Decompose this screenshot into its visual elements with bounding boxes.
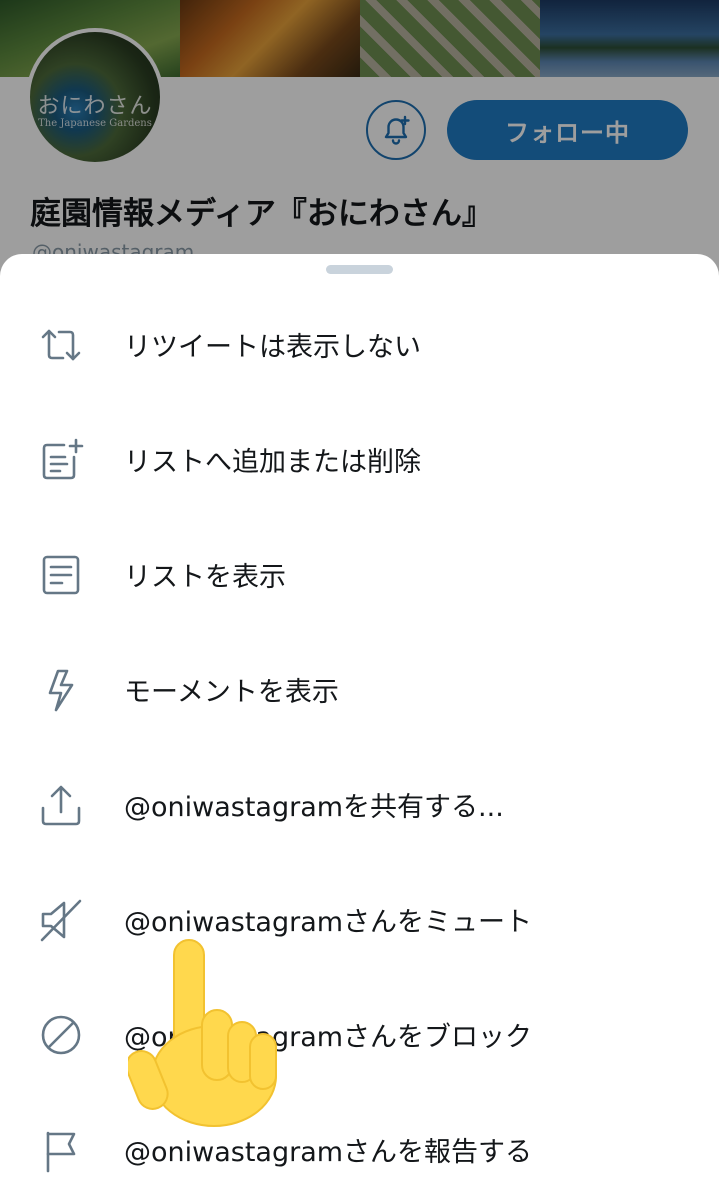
flag-icon [38, 1127, 84, 1173]
lightning-icon [38, 667, 84, 713]
menu-item-label: @oniwastagramを共有する... [124, 792, 504, 823]
menu-item-view-lists[interactable]: リストを表示 [0, 517, 719, 632]
sheet-grabber-handle[interactable] [326, 265, 393, 274]
menu-item-label: リストを表示 [124, 562, 286, 593]
menu-item-block[interactable]: @oniwastagramさんをブロック [0, 977, 719, 1092]
list-add-icon [38, 437, 84, 483]
menu-item-label: リツイートは表示しない [124, 332, 421, 363]
menu-item-label: モーメントを表示 [124, 677, 339, 708]
mute-icon [38, 897, 84, 943]
menu-item-add-to-list[interactable]: リストへ追加または削除 [0, 402, 719, 517]
list-icon [38, 552, 84, 598]
menu-item-label: リストへ追加または削除 [124, 447, 421, 478]
share-icon [38, 782, 84, 828]
retweet-icon [38, 322, 84, 368]
menu-item-share-profile[interactable]: @oniwastagramを共有する... [0, 747, 719, 862]
menu-item-label: @oniwastagramさんを報告する [124, 1137, 533, 1168]
pointing-hand-icon [128, 939, 277, 1127]
menu-item-report[interactable]: @oniwastagramさんを報告する [0, 1092, 719, 1200]
menu-item-hide-retweets[interactable]: リツイートは表示しない [0, 287, 719, 402]
menu-item-mute[interactable]: @oniwastagramさんをミュート [0, 862, 719, 977]
menu-item-label: @oniwastagramさんをミュート [124, 907, 533, 938]
block-icon [38, 1012, 84, 1058]
action-sheet: リツイートは表示しない リストへ追加または削除 リストを表示 モーメントを表示 … [0, 254, 719, 1200]
menu-item-view-moments[interactable]: モーメントを表示 [0, 632, 719, 747]
